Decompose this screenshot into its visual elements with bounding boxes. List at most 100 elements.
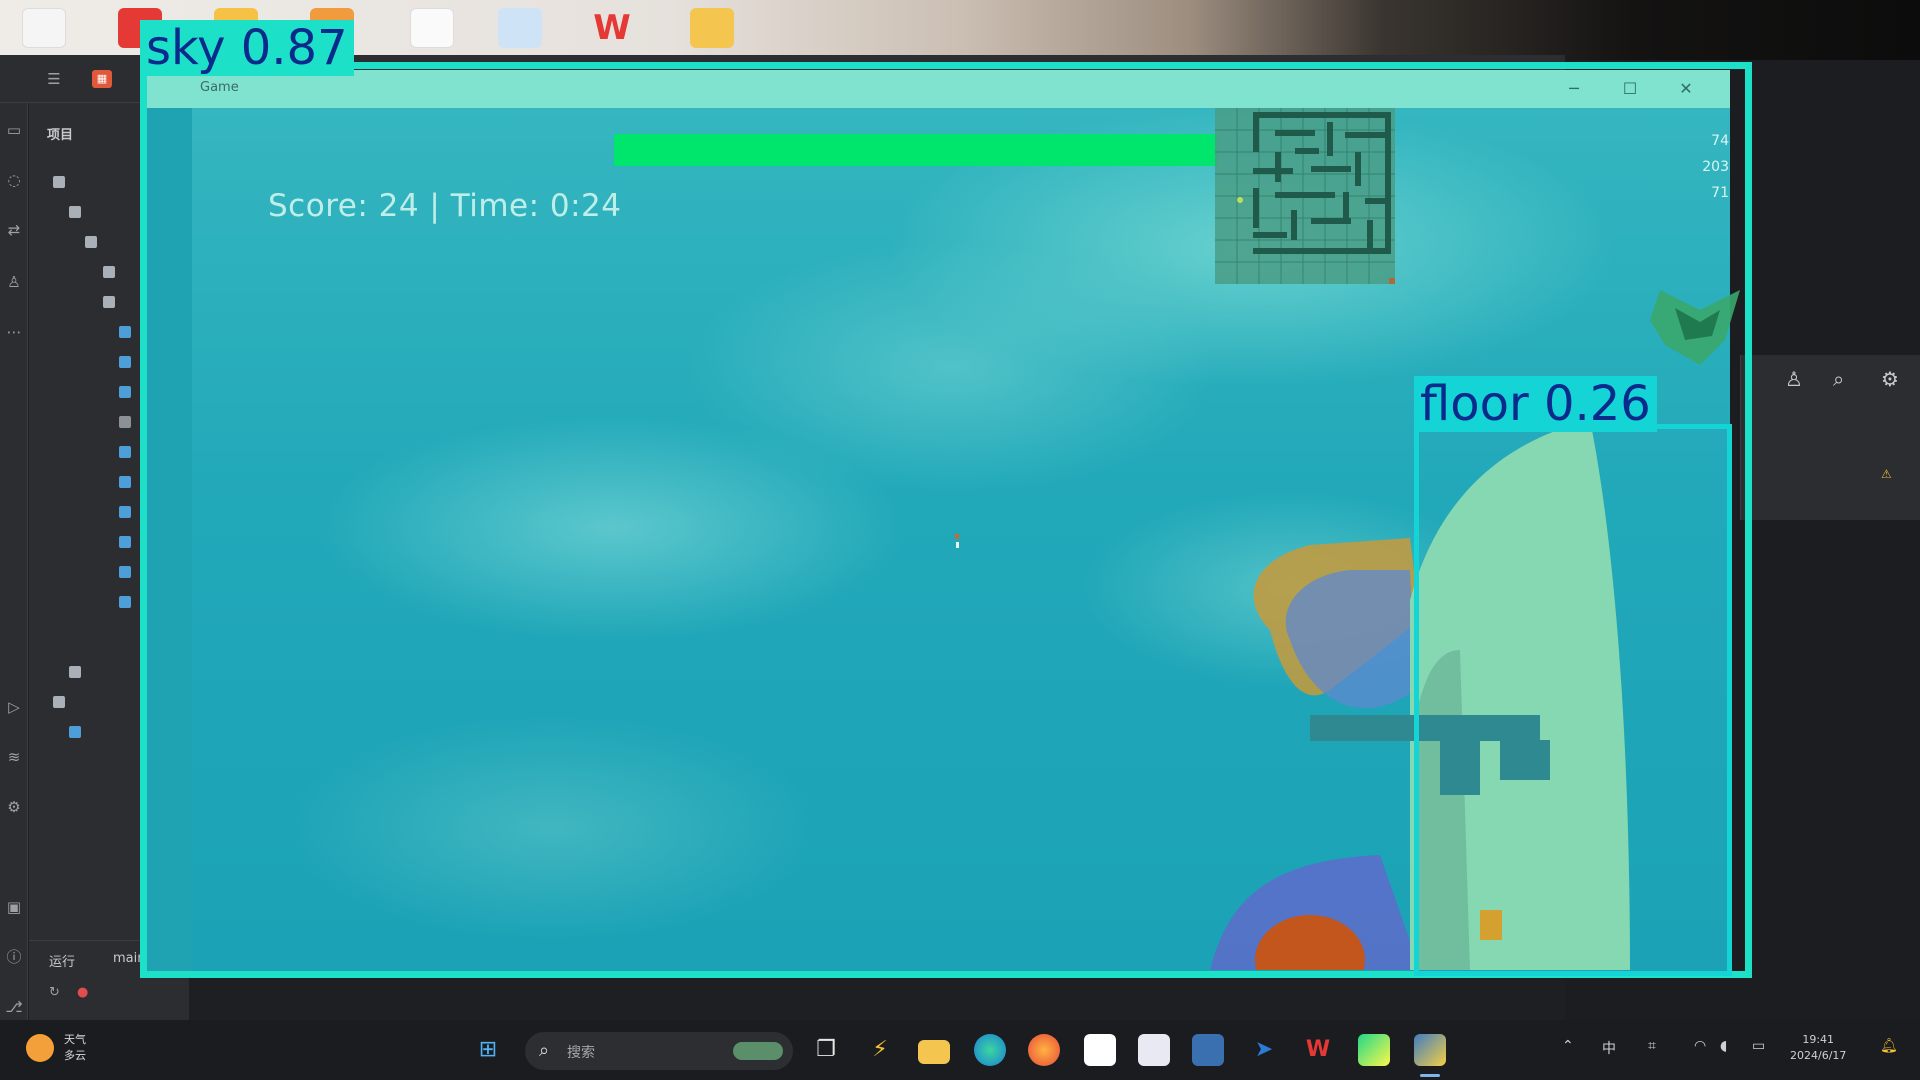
desktop-screen: W ☰ ▦ ▭ ◌ ⇄ ♙ ⋯ ▷ ≋ ⚙ ▣ ⓘ ⎇ 项目 运行 main ↻… [0,0,1920,1080]
scratches-icon [69,726,81,738]
run-tab[interactable]: 运行 [49,951,75,970]
tree-item[interactable] [119,473,136,495]
ide-tool-rail: ▭ ◌ ⇄ ♙ ⋯ ▷ ≋ ⚙ ▣ ⓘ ⎇ [0,103,28,1020]
tree-item[interactable] [69,663,86,685]
library-icon [53,696,65,708]
python-file-icon [119,476,131,488]
warning-icon[interactable]: ⚠ [1881,467,1892,481]
notification-icon[interactable]: 🔔︎ [1880,1038,1898,1054]
tree-item[interactable] [119,533,136,555]
task-view-icon[interactable]: ❐ [810,1034,842,1066]
layers-icon[interactable]: ≋ [4,748,24,766]
tree-item[interactable] [69,723,86,745]
account-icon[interactable]: ♙ [1785,367,1803,391]
python-file-icon [119,536,131,548]
people-icon[interactable]: ♙ [4,273,24,291]
rerun-icon[interactable]: ↻ [49,985,60,1000]
folder-icon [69,666,81,678]
sky-detection-label: sky 0.87 [140,20,354,76]
clock-date: 2024/6/17 [1790,1049,1847,1062]
floor-detection-label: floor 0.26 [1414,376,1657,432]
python-file-icon [119,386,131,398]
remote-desktop-icon[interactable] [1192,1034,1224,1066]
project-switcher-icon[interactable]: ▦ [92,70,112,88]
tree-item[interactable] [53,693,70,715]
tree-item[interactable] [119,593,136,615]
tree-item[interactable] [119,443,136,465]
git-icon[interactable]: ⎇ [4,998,24,1016]
desktop-shortcut-icon[interactable] [410,8,454,48]
snipping-tool-icon[interactable] [1138,1034,1170,1066]
tree-item[interactable] [85,233,102,255]
weather-line: 多云 [64,1049,86,1062]
tray-overflow-icon[interactable]: ⌃ [1562,1038,1574,1054]
weather-text: 天气 多云 [64,1032,86,1064]
tree-item[interactable] [53,173,70,195]
stop-icon[interactable]: ● [77,985,88,1000]
python-file-icon [119,506,131,518]
folder-icon [69,206,81,218]
terminal-icon[interactable]: ▣ [4,898,24,916]
folder-icon [103,266,115,278]
edge-icon[interactable] [974,1034,1006,1066]
volume-icon[interactable]: ◖ [1720,1038,1727,1054]
search-icon: ⌕ [539,1040,550,1061]
taskbar: 天气 多云 ⊞ ⌕ 搜索 ❐ ⚡ ➤ W ⌃ 中 ⌗ ◠ ◖ ▭ 19:41 2… [0,1020,1920,1080]
desktop-shortcut-icon[interactable] [22,8,66,48]
wps-shortcut-icon[interactable]: W [590,8,634,48]
input-mode-icon[interactable]: ⌗ [1648,1038,1656,1054]
input-language-indicator[interactable]: 中 [1602,1038,1616,1058]
search-highlight-icon [733,1042,783,1060]
tree-item[interactable] [119,503,136,525]
python-file-icon [119,446,131,458]
floor-detection-box [1414,424,1732,976]
problems-icon[interactable]: ⓘ [4,948,24,966]
python-running-icon[interactable] [1414,1034,1446,1066]
project-header[interactable]: 项目 [47,125,73,147]
menu-icon[interactable]: ☰ [44,70,64,88]
services-icon[interactable]: ⚙ [4,798,24,816]
commit-icon[interactable]: ◌ [4,171,24,189]
widgets-icon[interactable]: ⚡ [864,1034,896,1066]
tree-item[interactable] [103,293,120,315]
pull-request-icon[interactable]: ⇄ [4,221,24,239]
clock-time: 19:41 [1802,1033,1835,1046]
store-icon[interactable] [1084,1034,1116,1066]
start-icon[interactable]: ⊞ [472,1034,504,1066]
wifi-icon[interactable]: ◠ [1694,1038,1706,1054]
file-explorer-icon[interactable] [918,1040,950,1064]
firefox-icon[interactable] [1028,1034,1060,1066]
python-file-icon [119,596,131,608]
active-app-indicator [1420,1074,1440,1077]
vscode-icon[interactable]: ➤ [1248,1034,1280,1066]
search-placeholder: 搜索 [567,1045,595,1061]
folder-icon[interactable]: ▭ [4,121,24,139]
search-input[interactable]: ⌕ 搜索 [525,1032,793,1070]
tree-item[interactable] [119,323,136,345]
desktop-shortcut-icon[interactable] [498,8,542,48]
python-file-icon [119,356,131,368]
weather-line: 天气 [64,1033,86,1046]
tree-item[interactable] [119,353,136,375]
python-file-icon [119,326,131,338]
battery-icon[interactable]: ▭ [1752,1038,1765,1054]
pycharm-icon[interactable] [1358,1034,1390,1066]
weather-icon [26,1034,54,1062]
folder-icon [85,236,97,248]
search-icon[interactable]: ⌕ [1833,367,1844,391]
system-clock[interactable]: 19:41 2024/6/17 [1790,1032,1846,1064]
python-file-icon [119,566,131,578]
run-icon[interactable]: ▷ [4,698,24,716]
folder-icon [53,176,65,188]
settings-icon[interactable]: ⚙ [1881,367,1899,391]
more-icon[interactable]: ⋯ [4,323,24,341]
text-file-icon [119,416,131,428]
folder-icon [103,296,115,308]
tree-item[interactable] [103,263,120,285]
tree-item[interactable] [69,203,86,225]
tree-item[interactable] [119,413,136,435]
folder-shortcut-icon[interactable] [690,8,734,48]
tree-item[interactable] [119,563,136,585]
tree-item[interactable] [119,383,136,405]
wps-icon[interactable]: W [1302,1034,1334,1066]
